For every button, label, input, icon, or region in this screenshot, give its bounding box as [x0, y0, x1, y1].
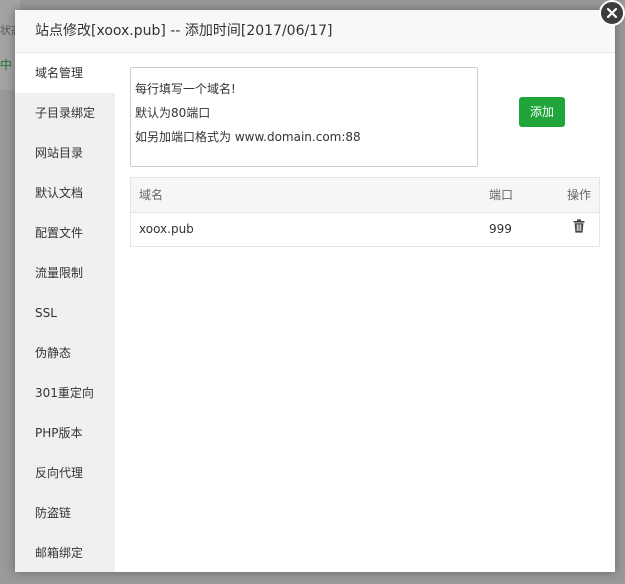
add-domain-button[interactable]: 添加	[519, 97, 565, 127]
sidebar-item-domain-management[interactable]: 域名管理	[15, 53, 115, 93]
textarea-placeholder-line: 每行填写一个域名!	[135, 82, 236, 96]
sidebar-item-hotlink-protection[interactable]: 防盗链	[15, 493, 115, 533]
site-edit-dialog: 站点修改[xoox.pub] -- 添加时间[2017/06/17] 域名管理 …	[15, 10, 615, 572]
sidebar-item-reverse-proxy[interactable]: 反向代理	[15, 453, 115, 493]
cell-port: 999	[489, 222, 512, 236]
sidebar-item-pseudo-static[interactable]: 伪静态	[15, 333, 115, 373]
dialog-title: 站点修改[xoox.pub] -- 添加时间[2017/06/17]	[15, 10, 615, 53]
close-icon	[606, 7, 618, 19]
column-header-domain: 域名	[139, 188, 164, 202]
column-header-port: 端口	[489, 188, 514, 202]
table-row: xoox.pub 999	[131, 213, 599, 246]
sidebar-item-subdirectory-binding[interactable]: 子目录绑定	[15, 93, 115, 133]
cell-domain: xoox.pub	[139, 222, 194, 236]
domain-textarea[interactable]: 每行填写一个域名! 默认为80端口 如另加端口格式为 www.domain.co…	[130, 67, 478, 167]
sidebar-item-config-file[interactable]: 配置文件	[15, 213, 115, 253]
sidebar-item-ssl[interactable]: SSL	[15, 293, 115, 333]
textarea-placeholder-line: 默认为80端口	[135, 106, 211, 120]
table-header: 域名 端口 操作	[131, 178, 599, 213]
sidebar-item-default-document[interactable]: 默认文档	[15, 173, 115, 213]
sidebar-item-mailbox-binding[interactable]: 邮箱绑定	[15, 533, 115, 573]
column-header-operation: 操作	[566, 188, 591, 202]
background-status-text: 中	[0, 58, 13, 72]
domain-management-panel: 每行填写一个域名! 默认为80端口 如另加端口格式为 www.domain.co…	[115, 53, 615, 572]
textarea-placeholder-line: 如另加端口格式为 www.domain.com:88	[135, 130, 361, 144]
sidebar-item-site-directory[interactable]: 网站目录	[15, 133, 115, 173]
trash-icon[interactable]	[573, 213, 585, 246]
sidebar: 域名管理 子目录绑定 网站目录 默认文档 配置文件 流量限制 SSL 伪静态 3…	[15, 53, 115, 572]
sidebar-item-traffic-limit[interactable]: 流量限制	[15, 253, 115, 293]
close-dialog-button[interactable]	[599, 0, 625, 26]
sidebar-item-php-version[interactable]: PHP版本	[15, 413, 115, 453]
sidebar-item-301-redirect[interactable]: 301重定向	[15, 373, 115, 413]
domain-table: 域名 端口 操作 xoox.pub 999	[130, 177, 600, 247]
cell-operation	[559, 213, 599, 246]
